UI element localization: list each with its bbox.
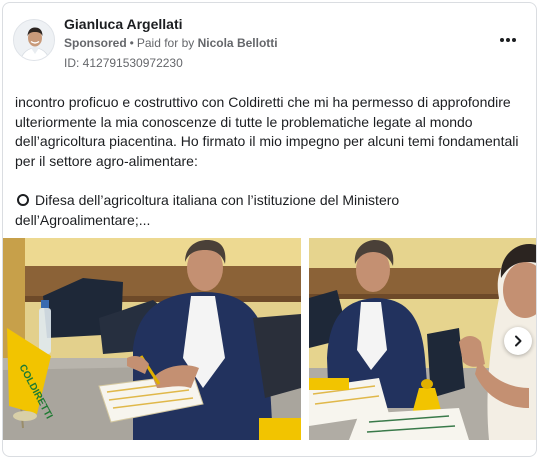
post-text: incontro proficuo e costruttivo con Cold… [15,94,519,169]
chevron-right-icon [515,335,522,347]
carousel-next-button[interactable] [504,327,532,355]
post-bullet: Difesa dell’agricoltura italiana con l’i… [15,191,531,230]
ad-card: Gianluca Argellati Sponsored • Paid for by… [2,2,537,457]
separator-dot: • [129,36,134,50]
advertiser-avatar[interactable] [13,19,55,61]
image-carousel: COLDIRETTI [3,238,536,440]
paid-for-prefix: Paid for by [136,36,195,50]
paid-for-name[interactable]: Nicola Bellotti [198,36,278,50]
bullet-text: Difesa dell’agricoltura italiana con l’i… [15,192,400,228]
sponsored-label: Sponsored [64,36,127,50]
carousel-image-2[interactable] [309,238,536,440]
sponsorship-line: Sponsored • Paid for by Nicola Bellotti [64,36,278,50]
circle-bullet-icon [17,194,29,206]
advertiser-name[interactable]: Gianluca Argellati [64,16,183,32]
more-options-icon[interactable] [494,29,522,51]
carousel-image-1[interactable]: COLDIRETTI [3,238,301,440]
ad-id: ID: 412791530972230 [64,56,183,70]
